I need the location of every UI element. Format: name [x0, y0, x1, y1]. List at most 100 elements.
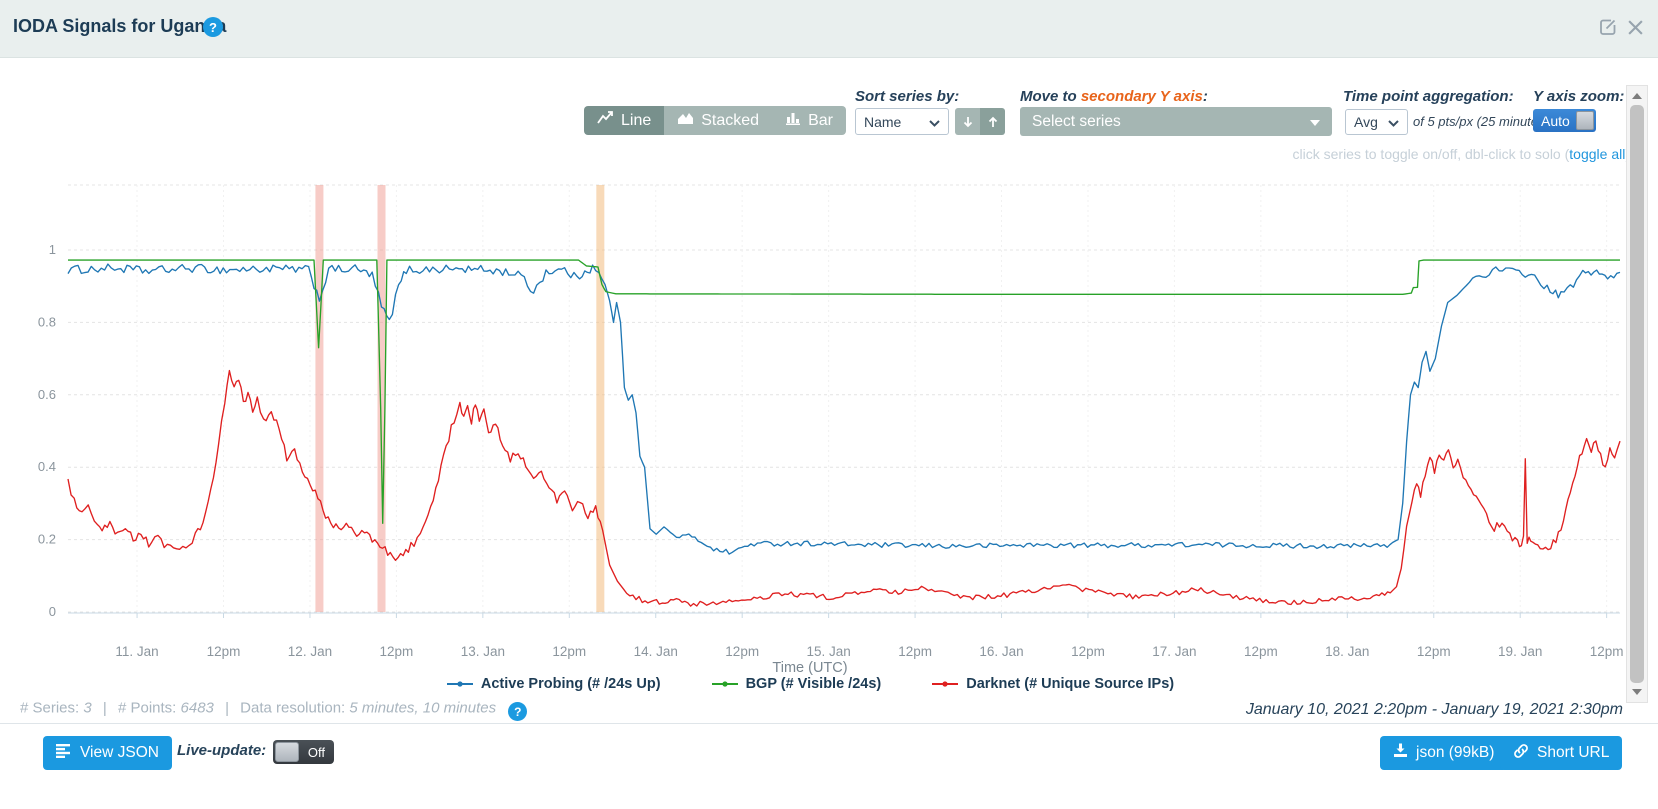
edit-icon[interactable] — [1598, 17, 1618, 37]
aggregation-value: Avg — [1354, 114, 1378, 130]
secondary-axis-label-suffix: : — [1203, 88, 1208, 105]
signals-chart[interactable]: 00.20.40.60.8111. Jan12pm12. Jan12pm13. … — [0, 170, 1658, 680]
legend-item-1[interactable]: BGP (# Visible /24s) — [711, 676, 882, 692]
scrollbar-up-arrow[interactable] — [1627, 88, 1647, 104]
chart-type-stacked-label: Stacked — [701, 112, 759, 130]
live-update-label: Live-update: — [177, 742, 266, 759]
chart-type-bar-label: Bar — [808, 112, 833, 130]
svg-text:11. Jan: 11. Jan — [115, 644, 158, 659]
stacked-area-icon — [677, 111, 694, 130]
toggle-knob — [275, 742, 299, 762]
chart-type-bar-button[interactable]: Bar — [772, 106, 846, 135]
points-count-value: 6483 — [181, 700, 214, 717]
download-json-label: json (99kB) — [1416, 744, 1494, 762]
svg-text:12pm: 12pm — [725, 644, 759, 659]
widget-title: IODA Signals for Uganda — [13, 16, 226, 37]
series-line-1[interactable] — [68, 260, 1620, 523]
select-series-dropdown[interactable]: Select series — [1020, 107, 1332, 136]
svg-text:12pm: 12pm — [898, 644, 932, 659]
svg-text:14. Jan: 14. Jan — [634, 644, 678, 659]
svg-text:0.8: 0.8 — [38, 314, 56, 329]
points-count-label: # Points: — [118, 700, 176, 717]
link-icon — [1513, 743, 1529, 764]
y-axis-zoom-toggle-label: Auto — [1541, 113, 1570, 129]
sort-ascending-button[interactable] — [980, 108, 1005, 135]
date-range: January 10, 2021 2:20pm - January 19, 20… — [1246, 701, 1623, 719]
svg-text:18. Jan: 18. Jan — [1325, 644, 1369, 659]
line-chart-icon — [597, 111, 614, 130]
event-band — [596, 185, 604, 612]
svg-text:12pm: 12pm — [1417, 644, 1451, 659]
secondary-axis-label-prefix: Move to — [1020, 88, 1081, 105]
chevron-down-icon — [1310, 113, 1320, 131]
aggregation-select[interactable]: Avg — [1345, 109, 1408, 135]
sort-series-select[interactable]: Name — [855, 108, 949, 135]
svg-text:15. Jan: 15. Jan — [806, 644, 850, 659]
hint-text: click series to toggle on/off, dbl-click… — [1293, 146, 1570, 162]
svg-text:12pm: 12pm — [1071, 644, 1105, 659]
data-resolution-value: 5 minutes, 10 minutes — [349, 700, 496, 717]
svg-text:12pm: 12pm — [1244, 644, 1278, 659]
close-icon[interactable] — [1627, 19, 1647, 39]
chart-type-line-label: Line — [621, 112, 651, 130]
y-axis-zoom-toggle[interactable]: Auto — [1533, 109, 1596, 132]
divider — [0, 723, 1658, 724]
series-count-label: # Series: — [20, 700, 79, 717]
aggregation-label: Time point aggregation: — [1343, 88, 1514, 105]
chart-type-stacked-button[interactable]: Stacked — [664, 106, 772, 135]
legend-label: BGP (# Visible /24s) — [746, 676, 882, 692]
svg-text:1: 1 — [49, 242, 56, 257]
toggle-all-link[interactable]: toggle all — [1569, 146, 1625, 162]
series-count-value: 3 — [83, 700, 91, 717]
svg-text:13. Jan: 13. Jan — [461, 644, 505, 659]
series-line-2[interactable] — [68, 371, 1620, 606]
titlebar: IODA Signals for Uganda ? — [0, 0, 1658, 58]
legend-marker — [711, 679, 739, 689]
separator: | — [103, 700, 107, 717]
select-series-placeholder: Select series — [1032, 113, 1121, 131]
svg-text:16. Jan: 16. Jan — [979, 644, 1023, 659]
svg-text:Time (UTC): Time (UTC) — [772, 660, 847, 676]
secondary-axis-label-highlight: secondary Y axis — [1081, 88, 1203, 105]
sort-descending-button[interactable] — [955, 108, 980, 135]
chevron-down-icon — [929, 114, 940, 130]
legend-label: Active Probing (# /24s Up) — [481, 676, 661, 692]
scrollbar-thumb[interactable] — [1630, 105, 1644, 683]
svg-text:12pm: 12pm — [380, 644, 414, 659]
legend-label: Darknet (# Unique Source IPs) — [966, 676, 1174, 692]
svg-text:0.2: 0.2 — [38, 532, 56, 547]
series-line-0[interactable] — [68, 264, 1620, 554]
scrollbar-down-arrow[interactable] — [1627, 684, 1647, 700]
sort-direction-buttons — [955, 108, 1005, 135]
sort-series-label: Sort series by: — [855, 88, 959, 105]
chart-type-line-button[interactable]: Line — [584, 106, 664, 135]
help-icon[interactable]: ? — [508, 702, 527, 721]
short-url-button[interactable]: Short URL — [1500, 736, 1622, 770]
series-toggle-hint: click series to toggle on/off, dbl-click… — [1293, 146, 1630, 162]
svg-text:12pm: 12pm — [207, 644, 241, 659]
list-icon — [56, 744, 72, 763]
view-json-button[interactable]: View JSON — [43, 736, 172, 770]
event-band — [315, 185, 323, 612]
sort-series-value: Name — [864, 114, 901, 130]
chevron-down-icon — [1388, 114, 1399, 130]
svg-text:19. Jan: 19. Jan — [1498, 644, 1542, 659]
svg-text:0.4: 0.4 — [38, 459, 56, 474]
svg-text:12pm: 12pm — [552, 644, 586, 659]
svg-text:12. Jan: 12. Jan — [288, 644, 332, 659]
live-update-state: Off — [308, 745, 325, 760]
live-update-toggle[interactable]: Off — [273, 740, 334, 764]
legend-item-0[interactable]: Active Probing (# /24s Up) — [446, 676, 661, 692]
legend-marker — [446, 679, 474, 689]
svg-text:17. Jan: 17. Jan — [1152, 644, 1196, 659]
chart-type-group: Line Stacked Bar — [584, 106, 846, 135]
svg-text:12pm: 12pm — [1590, 644, 1624, 659]
stats-row: # Series: 3 | # Points: 6483 | Data reso… — [20, 699, 527, 718]
help-icon[interactable]: ? — [203, 17, 223, 37]
legend-item-2[interactable]: Darknet (# Unique Source IPs) — [931, 676, 1174, 692]
aggregation-suffix: of 5 pts/px (25 minutes) — [1413, 114, 1549, 129]
download-json-button[interactable]: json (99kB) — [1380, 736, 1507, 770]
vertical-scrollbar[interactable] — [1626, 85, 1648, 703]
chart-legend: Active Probing (# /24s Up) BGP (# Visible… — [0, 676, 1620, 692]
data-resolution-label: Data resolution: — [240, 700, 345, 717]
